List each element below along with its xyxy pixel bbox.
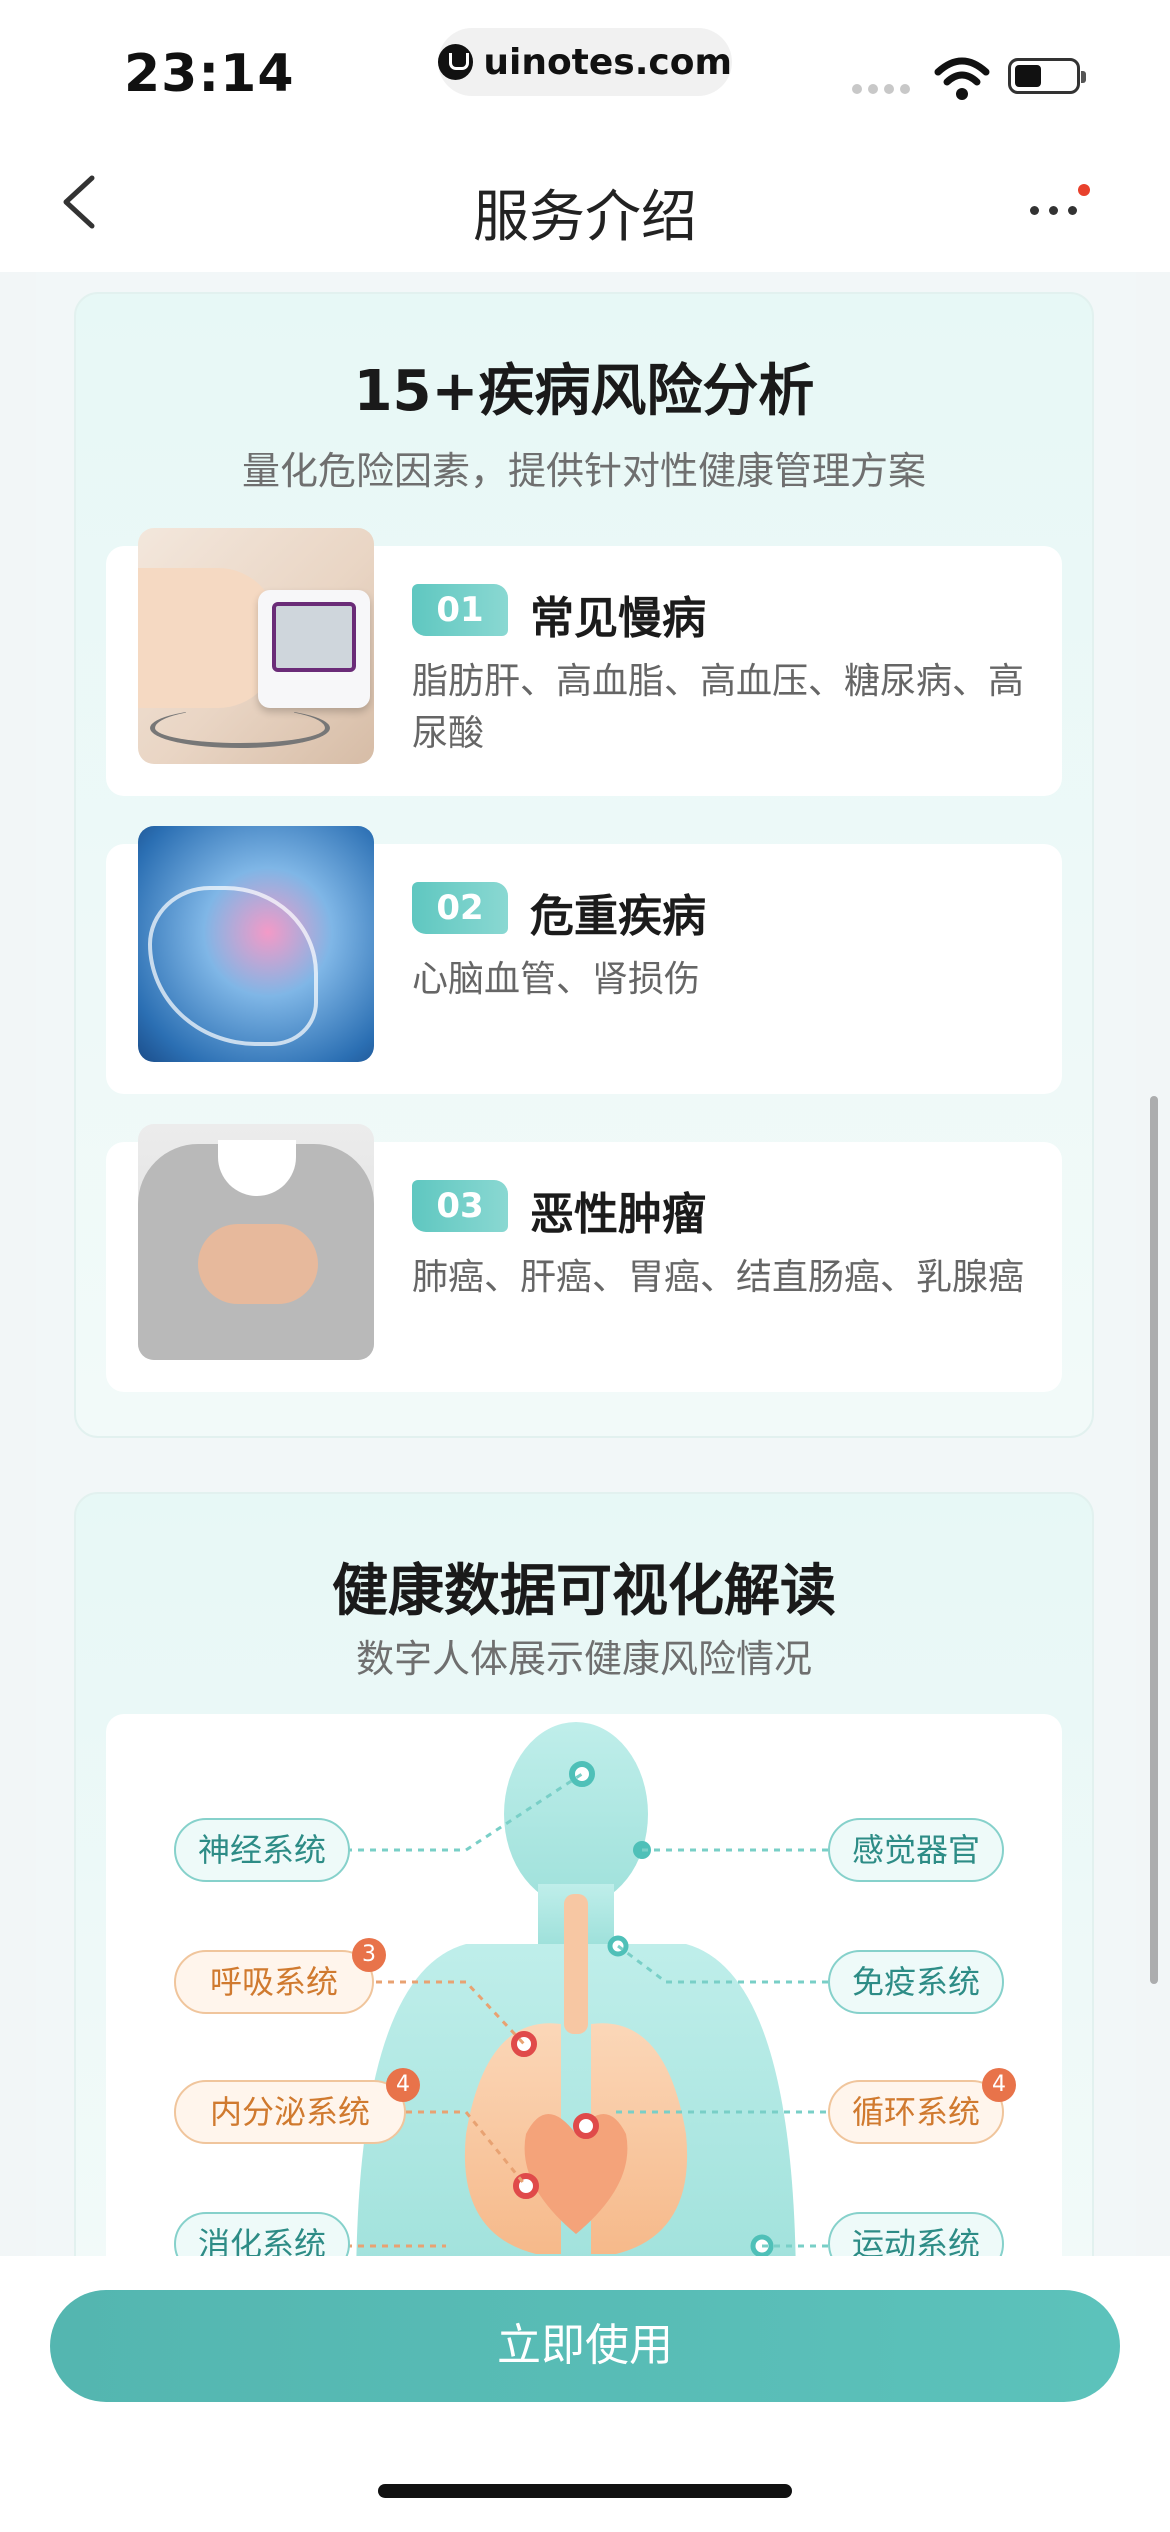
item-description: 脂肪肝、高血脂、高血压、糖尿病、高尿酸	[412, 661, 1025, 754]
endocrine-count-badge: 4	[386, 2068, 420, 2102]
visual-card-subtitle: 数字人体展示健康风险情况	[355, 1637, 812, 1681]
status-time: 23:14	[124, 44, 295, 104]
item-number-badge: 03	[412, 1180, 508, 1232]
wifi-icon	[934, 57, 990, 100]
page-title: 服务介绍	[473, 185, 697, 250]
scrollbar[interactable]	[1150, 1096, 1158, 1984]
cellular-signal-icon	[852, 84, 910, 94]
home-indicator[interactable]	[378, 2484, 792, 2498]
tag-endocrine-system[interactable]: 内分泌系统	[174, 2080, 406, 2144]
site-icon	[438, 44, 474, 80]
battery-icon	[1008, 58, 1086, 94]
health-visual-card: 健康数据可视化解读 数字人体展示健康风险情况 神经系统 呼吸系统 3 内分泌系统…	[74, 1492, 1094, 2256]
body-visualization: 神经系统 呼吸系统 3 内分泌系统 4 消化系统 感觉器官 免疫系统 循环系统	[106, 1714, 1062, 2256]
nav-bar: 服务介绍	[0, 132, 1170, 272]
item-title: 常见慢病	[530, 593, 706, 644]
tag-digestive-system[interactable]: 消化系统	[174, 2212, 350, 2256]
tag-circulatory-system[interactable]: 循环系统	[828, 2080, 1004, 2144]
visual-card-title: 健康数据可视化解读	[332, 1559, 836, 1624]
chest-pain-image	[138, 1124, 374, 1360]
item-title: 恶性肿瘤	[530, 1189, 706, 1240]
heart-hand-image	[138, 826, 374, 1062]
tag-sensory-organs[interactable]: 感觉器官	[828, 1818, 1004, 1882]
tag-respiratory-system[interactable]: 呼吸系统	[174, 1950, 374, 2014]
more-menu-icon[interactable]	[1026, 182, 1096, 222]
blood-pressure-monitor-image	[138, 528, 374, 764]
tag-nervous-system[interactable]: 神经系统	[174, 1818, 350, 1882]
risk-card-subtitle: 量化危险因素，提供针对性健康管理方案	[241, 449, 926, 493]
tag-motor-system[interactable]: 运动系统	[828, 2212, 1004, 2256]
url-pill[interactable]: uinotes.com	[438, 28, 732, 96]
item-title: 危重疾病	[530, 891, 706, 942]
notification-dot	[1078, 184, 1090, 196]
risk-analysis-card: 15+疾病风险分析 量化危险因素，提供针对性健康管理方案 01 常见慢病 脂肪肝…	[74, 292, 1094, 1438]
status-bar: 23:14 uinotes.com	[0, 0, 1170, 132]
item-number-badge: 02	[412, 882, 508, 934]
item-description: 肺癌、肝癌、胃癌、结直肠癌、乳腺癌	[412, 1257, 1025, 1298]
risk-card-title: 15+疾病风险分析	[353, 359, 815, 424]
item-number-badge: 01	[412, 584, 508, 636]
bottom-bar: 立即使用	[0, 2256, 1170, 2532]
content-scroll[interactable]: 15+疾病风险分析 量化危险因素，提供针对性健康管理方案 01 常见慢病 脂肪肝…	[36, 272, 1136, 2256]
respiratory-count-badge: 3	[352, 1938, 386, 1972]
item-description: 心脑血管、肾损伤	[412, 959, 701, 1000]
use-now-button[interactable]: 立即使用	[50, 2290, 1120, 2402]
url-text: uinotes.com	[483, 41, 732, 83]
circulatory-count-badge: 4	[982, 2068, 1016, 2102]
tag-immune-system[interactable]: 免疫系统	[828, 1950, 1004, 2014]
risk-item: 03 恶性肿瘤 肺癌、肝癌、胃癌、结直肠癌、乳腺癌	[106, 1124, 1062, 1392]
risk-item: 02 危重疾病 心脑血管、肾损伤	[106, 826, 1062, 1094]
risk-item: 01 常见慢病 脂肪肝、高血脂、高血压、糖尿病、高尿酸	[106, 528, 1062, 796]
